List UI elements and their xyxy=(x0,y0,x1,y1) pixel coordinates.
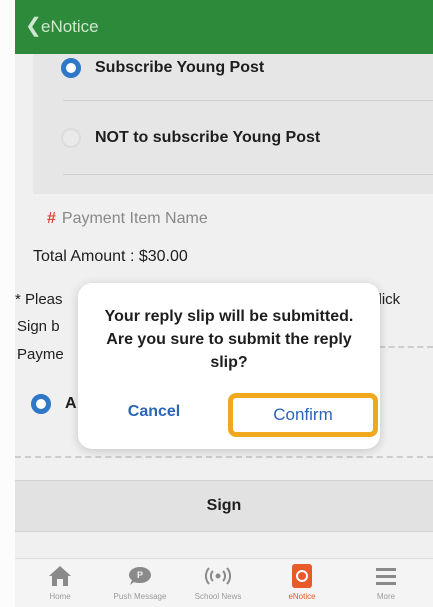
top-bar: ❮ eNotice xyxy=(15,0,433,54)
option-not-subscribe[interactable]: NOT to subscribe Young Post xyxy=(61,128,320,148)
radio-selected-icon[interactable] xyxy=(61,58,81,78)
chat-bubble-icon: P xyxy=(125,563,155,589)
nav-label: School News xyxy=(194,592,242,601)
nav-item-more[interactable]: More xyxy=(349,559,423,607)
cancel-button[interactable]: Cancel xyxy=(104,395,204,429)
note-line-1: * Pleas xyxy=(15,291,63,308)
option-label: Subscribe Young Post xyxy=(95,59,265,76)
dashed-divider xyxy=(15,456,433,458)
subscription-options: Subscribe Young Post NOT to subscribe Yo… xyxy=(33,54,433,194)
sign-button[interactable]: Sign xyxy=(15,480,433,532)
note-line-3: Payme xyxy=(17,346,64,363)
nav-item-school-news[interactable]: School News xyxy=(181,559,255,607)
chevron-left-icon[interactable]: ❮ xyxy=(25,16,42,36)
screen: ❮ eNotice Subscribe Young Post NOT to su… xyxy=(0,0,433,607)
dialog-message: Your reply slip will be submitted. Are y… xyxy=(104,308,354,371)
divider xyxy=(63,100,433,101)
nav-item-home[interactable]: Home xyxy=(23,559,97,607)
confirm-button[interactable]: Confirm xyxy=(228,393,378,437)
broadcast-icon xyxy=(203,563,233,589)
divider xyxy=(63,174,433,175)
home-icon xyxy=(45,563,75,589)
page-title[interactable]: eNotice xyxy=(41,17,99,37)
bottom-nav: Home P Push Message School News eNotice … xyxy=(15,558,433,607)
nav-label: Home xyxy=(49,592,71,601)
nav-item-enotice[interactable]: eNotice xyxy=(265,559,339,607)
required-mark: # xyxy=(47,210,56,227)
nav-label: More xyxy=(376,592,396,601)
nav-label: Push Message xyxy=(113,592,167,601)
radio-selected-icon[interactable] xyxy=(31,394,51,414)
note-line-2: Sign b xyxy=(17,318,60,335)
option-label: NOT to subscribe Young Post xyxy=(95,129,321,146)
total-amount: Total Amount : $30.00 xyxy=(33,248,188,265)
agree-label: A xyxy=(65,395,77,412)
dashed-divider xyxy=(379,346,433,348)
radio-unselected-icon[interactable] xyxy=(61,128,81,148)
confirm-dialog: Your reply slip will be submitted. Are y… xyxy=(78,283,380,449)
svg-text:P: P xyxy=(137,570,143,580)
payment-item-name: # Payment Item Name xyxy=(47,210,208,228)
agree-option[interactable]: A xyxy=(31,394,77,414)
payment-item-label: Payment Item Name xyxy=(61,210,208,227)
enotice-icon xyxy=(287,563,317,589)
nav-item-push-message[interactable]: P Push Message xyxy=(103,559,177,607)
nav-label: eNotice xyxy=(288,592,316,601)
menu-icon xyxy=(371,563,401,589)
option-subscribe[interactable]: Subscribe Young Post xyxy=(61,58,264,78)
